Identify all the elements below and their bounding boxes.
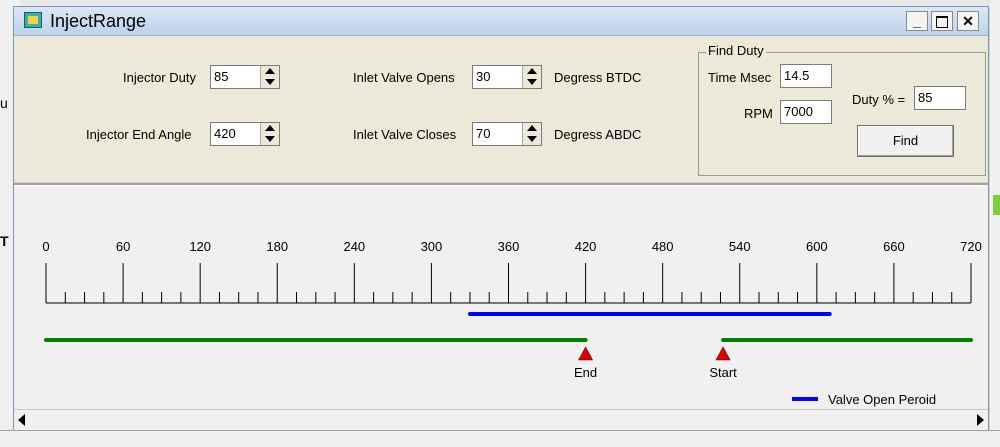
tick-label: 360 — [498, 239, 520, 254]
app-icon[interactable] — [24, 12, 42, 28]
minimize-button[interactable]: _ — [906, 11, 928, 31]
background-progress — [993, 195, 1000, 215]
inlet-valve-opens-unit: Degress BTDC — [554, 70, 642, 85]
spin-down-icon[interactable] — [265, 79, 275, 85]
time-msec-input[interactable]: 14.5 — [780, 64, 832, 88]
marker-triangle-icon — [578, 346, 594, 361]
find-button[interactable]: Find — [857, 125, 954, 157]
inlet-valve-closes-unit: Degress ABDC — [554, 127, 642, 142]
spin-up-icon[interactable] — [265, 125, 275, 131]
duty-percent-label: Duty % = — [852, 92, 906, 107]
time-msec-value[interactable]: 14.5 — [784, 68, 809, 83]
background-right-window — [990, 0, 1000, 446]
inlet-valve-closes-label: Inlet Valve Closes — [353, 127, 457, 142]
spin-up-icon[interactable] — [265, 68, 275, 74]
injector-end-angle-label: Injector End Angle — [86, 127, 192, 142]
inject-range-window: InjectRange _ ✕ Injector Duty 85 Injecto… — [13, 6, 989, 430]
inlet-valve-opens-label: Inlet Valve Opens — [353, 70, 455, 85]
tick-label: 300 — [421, 239, 443, 254]
rpm-value[interactable]: 7000 — [784, 104, 813, 119]
duty-percent-value[interactable]: 85 — [918, 90, 932, 105]
title-bar[interactable]: InjectRange _ ✕ — [14, 7, 988, 36]
inlet-valve-closes-spinner[interactable]: 70 — [472, 122, 542, 146]
tick-label: 420 — [575, 239, 597, 254]
injector-end-angle-spinner[interactable]: 420 — [210, 122, 280, 146]
injector-duty-value[interactable]: 85 — [214, 69, 228, 84]
inlet-valve-opens-spinner[interactable]: 30 — [472, 65, 542, 89]
tick-label: 540 — [729, 239, 751, 254]
range-diagram: 0 60 120 180 240 300 360 420 480 540 600 660 720 End S… — [14, 186, 988, 410]
tick-label: 660 — [883, 239, 905, 254]
background-text: T — [0, 233, 9, 249]
find-duty-title: Find Duty — [706, 43, 766, 58]
spin-down-icon[interactable] — [527, 79, 537, 85]
inlet-valve-opens-value[interactable]: 30 — [476, 69, 490, 84]
spin-up-icon[interactable] — [527, 68, 537, 74]
background-text: u — [0, 95, 8, 111]
injector-duty-spinner[interactable]: 85 — [210, 65, 280, 89]
maximize-button[interactable] — [931, 11, 953, 31]
minimize-icon: _ — [913, 13, 921, 29]
spin-down-icon[interactable] — [265, 136, 275, 142]
tick-label: 120 — [189, 239, 211, 254]
horizontal-scrollbar[interactable] — [14, 409, 988, 430]
range-diagram-svg: 0 60 120 180 240 300 360 420 480 540 600 660 720 End S… — [42, 239, 982, 407]
inlet-valve-closes-value[interactable]: 70 — [476, 126, 490, 141]
rpm-input[interactable]: 7000 — [780, 100, 832, 124]
maximize-icon — [936, 16, 948, 28]
scroll-left-icon[interactable] — [18, 414, 25, 426]
close-button[interactable]: ✕ — [957, 11, 979, 31]
tick-label: 180 — [266, 239, 288, 254]
close-icon: ✕ — [962, 13, 974, 29]
tick-label: 0 — [42, 239, 49, 254]
marker-label: Start — [709, 365, 737, 380]
time-msec-label: Time Msec — [708, 70, 772, 85]
background-bottom — [0, 430, 1000, 447]
spin-up-icon[interactable] — [527, 125, 537, 131]
tick-label: 60 — [116, 239, 130, 254]
tick-label: 720 — [960, 239, 982, 254]
scroll-right-icon[interactable] — [977, 414, 984, 426]
legend-label: Valve Open Peroid — [828, 392, 936, 407]
injector-duty-label: Injector Duty — [123, 70, 196, 85]
injector-end-angle-value[interactable]: 420 — [214, 126, 236, 141]
window-title: InjectRange — [50, 11, 147, 31]
marker-label: End — [574, 365, 597, 380]
tick-label: 600 — [806, 239, 828, 254]
spin-down-icon[interactable] — [527, 136, 537, 142]
tick-label: 480 — [652, 239, 674, 254]
rpm-label: RPM — [744, 106, 773, 121]
marker-triangle-icon — [715, 346, 731, 361]
duty-percent-output[interactable]: 85 — [914, 86, 966, 110]
tick-label: 240 — [343, 239, 365, 254]
